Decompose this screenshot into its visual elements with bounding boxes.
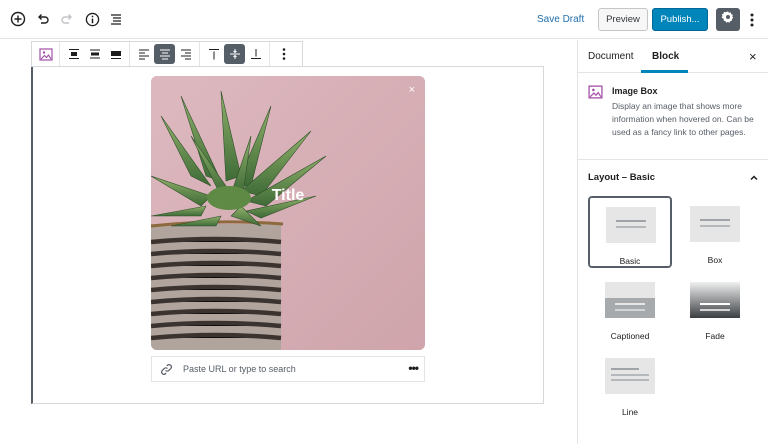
text-align-center-icon[interactable]: [154, 44, 175, 64]
image-icon: [588, 85, 603, 104]
layout-option-label: Basic: [619, 256, 641, 266]
settings-sidebar: Document Block × Image Box Display an im…: [577, 40, 768, 444]
outline-icon[interactable]: [106, 9, 126, 29]
layout-option-line[interactable]: Line: [588, 348, 672, 420]
settings-button[interactable]: [716, 8, 740, 31]
layout-option-fade[interactable]: Fade: [673, 272, 757, 344]
layout-option-captioned[interactable]: Captioned: [588, 272, 672, 344]
layout-thumb: [606, 207, 656, 243]
block-type-image-icon[interactable]: [35, 44, 56, 64]
editor-header: Save Draft Preview Publish...: [0, 0, 768, 39]
text-align-left-icon[interactable]: [133, 44, 154, 64]
url-more-options-button[interactable]: •••: [408, 361, 419, 375]
active-tab-indicator: [641, 70, 688, 73]
layout-option-label: Box: [707, 255, 723, 265]
layout-thumb: [605, 282, 655, 318]
more-vertical-icon[interactable]: [745, 10, 759, 30]
close-icon[interactable]: ×: [409, 84, 415, 96]
preview-button[interactable]: Preview: [598, 8, 648, 31]
tab-block[interactable]: Block: [652, 51, 679, 62]
publish-button[interactable]: Publish...: [652, 8, 708, 31]
block-card-description: Display an image that shows more informa…: [612, 101, 754, 137]
succulent-photo: [151, 76, 425, 350]
link-icon: [160, 363, 173, 381]
text-align-right-icon[interactable]: [175, 44, 196, 64]
undo-icon[interactable]: [33, 9, 53, 29]
layout-thumb: [605, 358, 655, 394]
layout-option-label: Captioned: [610, 331, 650, 341]
tab-document[interactable]: Document: [588, 51, 634, 62]
chevron-up-icon[interactable]: [748, 171, 760, 189]
align-full-block-icon[interactable]: [105, 44, 126, 64]
add-block-icon[interactable]: [8, 9, 28, 29]
block-toolbar: [31, 41, 303, 67]
redo-icon[interactable]: [57, 9, 77, 29]
layout-option-box[interactable]: Box: [673, 196, 757, 268]
vertical-align-bottom-icon[interactable]: [245, 44, 266, 64]
image-box-title[interactable]: Title: [151, 187, 425, 205]
align-top-block-icon[interactable]: [63, 44, 84, 64]
layout-panel-title[interactable]: Layout – Basic: [588, 172, 655, 183]
layout-option-label: Line: [621, 407, 639, 417]
url-input[interactable]: Paste URL or type to search: [183, 364, 296, 374]
save-draft-button[interactable]: Save Draft: [537, 14, 584, 25]
sidebar-close-icon[interactable]: ×: [749, 49, 757, 64]
url-input-bar[interactable]: Paste URL or type to search •••: [151, 356, 425, 382]
gear-icon: [721, 10, 735, 29]
vertical-align-center-icon[interactable]: [224, 44, 245, 64]
info-icon[interactable]: [82, 9, 102, 29]
sidebar-tabs: Document Block ×: [578, 40, 768, 73]
vertical-align-top-icon[interactable]: [203, 44, 224, 64]
block-card: Image Box Display an image that shows mo…: [578, 74, 768, 160]
editor-canvas: Title × Paste URL or type to search •••: [0, 40, 577, 444]
layout-thumb: [690, 206, 740, 242]
more-options-icon[interactable]: [273, 44, 294, 64]
layout-option-label: Fade: [705, 331, 725, 341]
align-middle-block-icon[interactable]: [84, 44, 105, 64]
block-card-title: Image Box: [612, 86, 658, 96]
layout-thumb: [690, 282, 740, 318]
image-box-preview[interactable]: Title ×: [151, 76, 425, 350]
layout-option-basic[interactable]: Basic: [588, 196, 672, 268]
